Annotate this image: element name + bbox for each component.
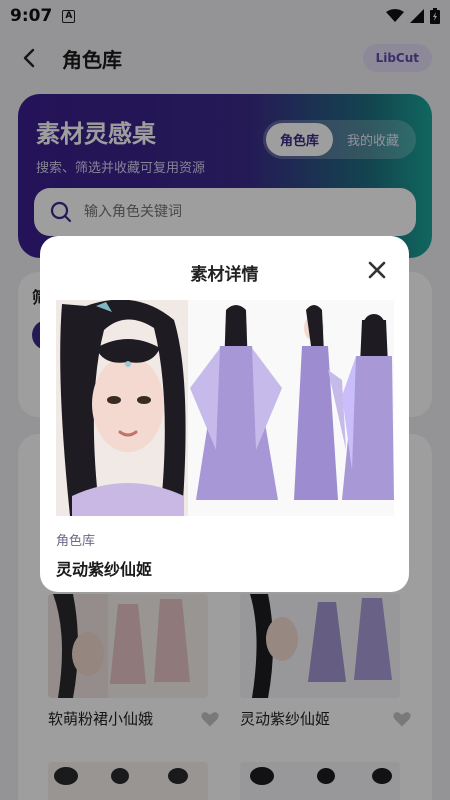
character-preview-image [56, 300, 394, 516]
modal-asset-name: 灵动紫纱仙姬 [56, 560, 153, 579]
modal-title: 素材详情 [190, 265, 259, 285]
close-icon[interactable] [367, 260, 387, 280]
asset-detail-modal: 素材详情 角色库 灵动紫纱仙姬 [40, 236, 409, 592]
modal-category: 角色库 [56, 534, 96, 549]
